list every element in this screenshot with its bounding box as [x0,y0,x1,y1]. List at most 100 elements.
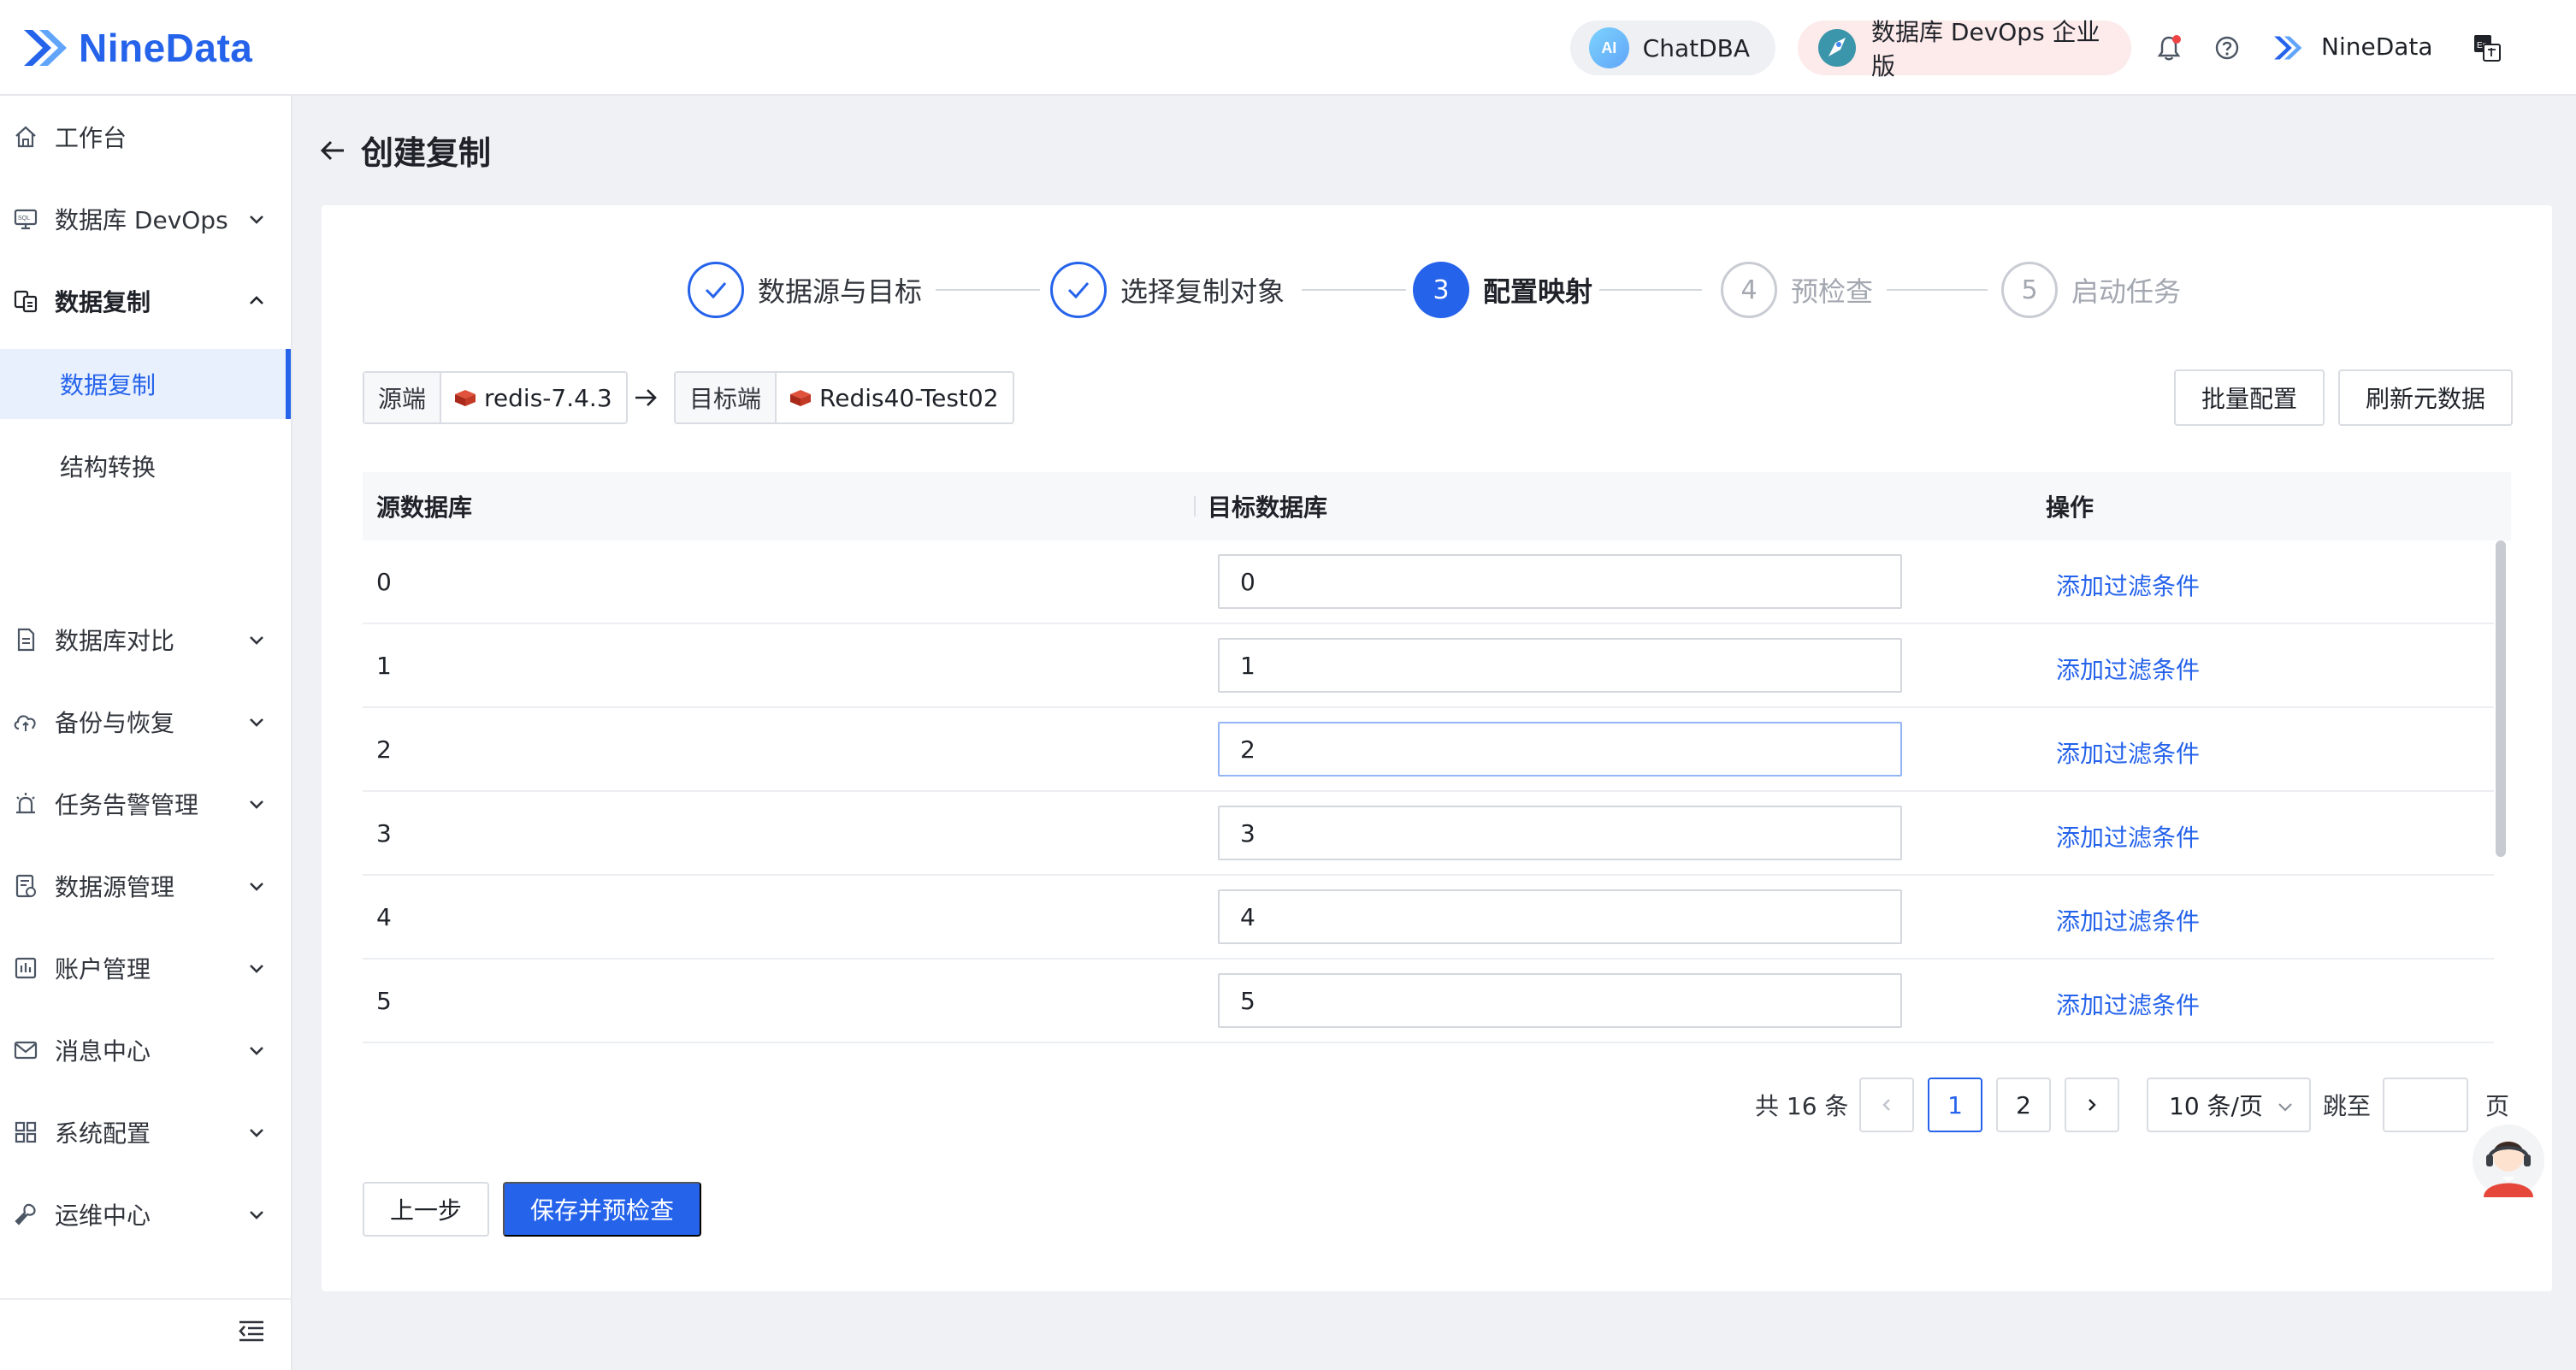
step-label: 配置映射 [1483,275,1593,308]
target-name: Redis40-Test02 [819,383,999,412]
chatdba-button[interactable]: AI ChatDBA [1570,21,1775,75]
bell-icon[interactable] [2152,31,2186,65]
target-db-input[interactable]: 3 [1218,806,1902,860]
cloud-backup-icon [12,708,39,735]
table-scrollbar[interactable] [2496,540,2506,857]
help-icon[interactable] [2210,31,2244,65]
sidebar-item-label: 数据源管理 [55,873,175,901]
step-2: 选择复制对象 [1050,260,1285,320]
sidebar-item-compare[interactable]: 数据库对比 [0,599,291,681]
redis-icon [790,390,812,406]
target-db-input[interactable]: 2 [1218,722,1902,777]
wrench-icon [12,1201,39,1228]
sidebar-item-replication[interactable]: 数据复制 [0,260,291,342]
back-arrow-icon[interactable] [318,135,349,166]
target-value: Redis40-Test02 [777,373,1013,422]
sidebar-item-system-config[interactable]: 系统配置 [0,1091,291,1173]
sidebar-item-label: 数据库对比 [55,627,175,655]
page-header: 创建复制 [318,127,491,174]
pagination-total: 共 16 条 [1755,1092,1849,1120]
source-label: 源端 [364,373,442,422]
collapse-menu-icon[interactable] [236,1315,267,1346]
chevron-down-icon [2278,1103,2292,1112]
add-filter-link[interactable]: 添加过滤条件 [2056,903,2200,937]
chevron-down-icon [250,1047,263,1055]
save-and-precheck-button[interactable]: 保存并预检查 [503,1182,701,1237]
add-filter-link[interactable]: 添加过滤条件 [2056,987,2200,1021]
sidebar-subitem-replication[interactable]: 数据复制 [0,349,291,419]
chevron-down-icon [250,636,263,645]
step-connector [1599,289,1702,291]
previous-step-button[interactable]: 上一步 [363,1182,489,1237]
source-name: redis-7.4.3 [484,383,612,412]
sidebar-item-label: 数据复制 [55,288,151,316]
sidebar-item-ops-center[interactable]: 运维中心 [0,1173,291,1255]
jump-to-label: 跳至 [2323,1092,2372,1120]
sidebar-subitem-label: 结构转换 [60,453,157,481]
sidebar-item-label: 运维中心 [55,1202,151,1230]
main-card: 数据源与目标 选择复制对象 3 配置映射 4 预检查 5 启动任务 源端 red… [322,205,2552,1291]
sidebar-item-devops[interactable]: SQL 数据库 DevOps [0,178,291,260]
sidebar-item-datasource[interactable]: 数据源管理 [0,845,291,927]
replication-icon [12,287,39,315]
jump-to-page-input[interactable] [2383,1078,2468,1132]
brand-logo[interactable]: NineData [17,19,252,77]
add-filter-link[interactable]: 添加过滤条件 [2056,568,2200,602]
page-1-button[interactable]: 1 [1928,1078,1982,1132]
devops-edition-button[interactable]: 数据库 DevOps 企业版 [1798,18,2131,80]
sidebar-item-alerts[interactable]: 任务告警管理 [0,763,291,845]
support-avatar-icon[interactable] [2472,1122,2545,1199]
add-filter-link[interactable]: 添加过滤条件 [2056,735,2200,770]
refresh-metadata-button[interactable]: 刷新元数据 [2338,369,2513,426]
ai-icon: AI [1589,27,1629,68]
source-db-cell: 3 [376,819,392,847]
next-page-button[interactable] [2065,1078,2119,1132]
chevron-down-icon [250,1211,263,1219]
arrow-right-icon [635,389,657,406]
sidebar-subitem-schema-conversion[interactable]: 结构转换 [0,431,291,501]
sidebar-item-label: 任务告警管理 [55,791,199,819]
sidebar-subitem-label: 数据复制 [60,371,157,399]
user-logo-icon[interactable] [2270,31,2304,65]
sidebar-item-workbench[interactable]: 工作台 [0,96,291,178]
sql-icon: SQL [12,205,39,233]
sidebar-item-label: 工作台 [55,124,127,152]
sidebar: 工作台 SQL 数据库 DevOps 数据复制 数据复制 结构转换 数据库对比 … [0,96,292,1370]
sidebar-item-account[interactable]: 账户管理 [0,927,291,1009]
source-db-cell: 4 [376,903,392,931]
source-endpoint: 源端 redis-7.4.3 [363,371,628,424]
source-value: redis-7.4.3 [441,373,626,422]
table-row: 1 1 添加过滤条件 [363,624,2494,708]
step-number: 5 [2001,262,2058,318]
add-filter-link[interactable]: 添加过滤条件 [2056,819,2200,853]
page-2-button[interactable]: 2 [1996,1078,2051,1132]
target-db-input[interactable]: 4 [1218,889,1902,944]
source-db-cell: 1 [376,652,392,680]
svg-text:SQL: SQL [18,216,30,221]
chevron-up-icon [250,296,263,304]
home-icon [12,123,39,151]
page-size-select[interactable]: 10 条/页 [2147,1078,2311,1132]
table-row: 2 2 添加过滤条件 [363,708,2494,792]
grid-icon [12,1119,39,1146]
column-header-operation: 操作 [2046,493,2094,522]
sidebar-item-label: 消息中心 [55,1037,151,1066]
batch-config-button[interactable]: 批量配置 [2174,369,2325,426]
table-header: 源数据库 目标数据库 操作 [363,472,2511,540]
prev-page-button[interactable] [1859,1078,1914,1132]
table-row: 5 5 添加过滤条件 [363,960,2494,1043]
target-db-input[interactable]: 0 [1218,554,1902,609]
target-label: 目标端 [676,373,777,422]
ninedata-logo-icon [24,30,67,66]
step-label: 数据源与目标 [758,275,923,308]
add-filter-link[interactable]: 添加过滤条件 [2056,652,2200,686]
chevron-down-icon [250,965,263,973]
target-db-input[interactable]: 1 [1218,638,1902,693]
sidebar-item-messages[interactable]: 消息中心 [0,1009,291,1091]
language-icon[interactable]: En [2470,31,2504,65]
user-name[interactable]: NineData [2321,32,2433,61]
chevron-down-icon [250,1129,263,1137]
target-db-input[interactable]: 5 [1218,973,1902,1028]
step-1: 数据源与目标 [688,260,922,320]
sidebar-item-backup[interactable]: 备份与恢复 [0,681,291,763]
